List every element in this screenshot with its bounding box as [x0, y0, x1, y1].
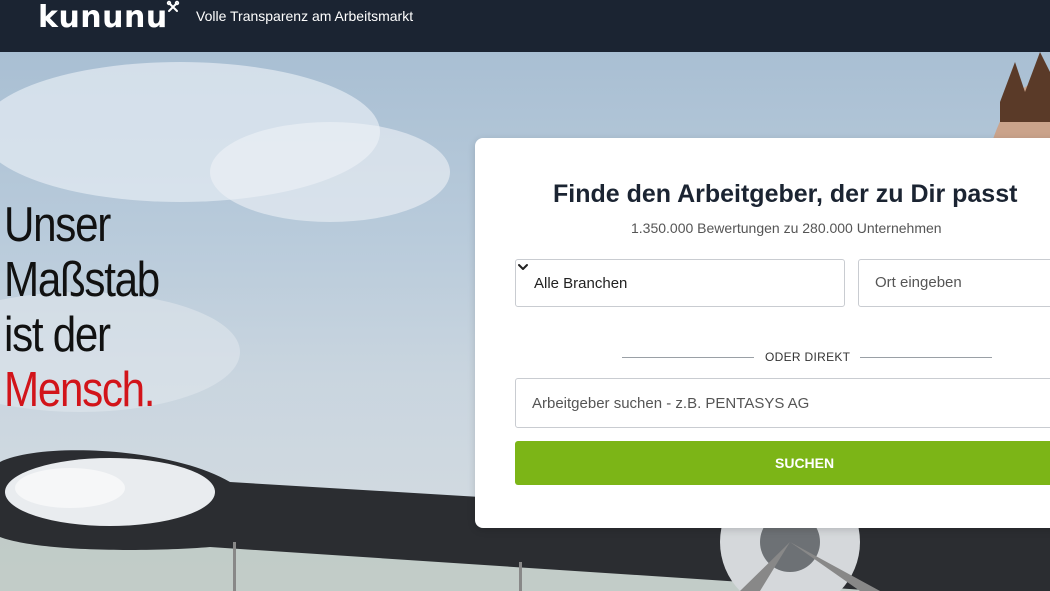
search-card: Finde den Arbeitgeber, der zu Dir passt … [475, 138, 1050, 528]
industry-select-value: Alle Branchen [534, 275, 628, 292]
search-button[interactable]: SUCHEN [515, 441, 1050, 485]
employer-search-input[interactable] [530, 394, 1050, 413]
headline-line-1: Unser [4, 198, 111, 252]
industry-select[interactable]: Alle Branchen [515, 259, 845, 307]
divider-line-left [622, 357, 754, 358]
hero-headline: Unser Maßstab ist der Mensch. [4, 198, 160, 418]
search-card-subtitle: 1.350.000 Bewertungen zu 280.000 Unterne… [631, 220, 942, 236]
kununu-mark-icon [166, 0, 180, 12]
top-navigation-bar: kununu Volle Transparenz am Arbeitsmarkt [0, 0, 1050, 52]
headline-accent: Mensch. [4, 363, 156, 417]
location-field[interactable] [858, 259, 1050, 307]
divider-text: ODER DIREKT [765, 350, 851, 364]
location-input[interactable] [873, 273, 1050, 292]
employer-search-field[interactable] [515, 378, 1050, 428]
headline-line-3: ist der [4, 308, 111, 362]
or-direct-divider: ODER DIREKT [622, 350, 992, 366]
divider-line-right [860, 357, 992, 358]
headline-line-2: Maßstab [4, 253, 160, 307]
kununu-logo[interactable]: kununu [38, 0, 168, 35]
search-card-title: Finde den Arbeitgeber, der zu Dir passt [553, 180, 1018, 208]
chevron-down-icon [518, 264, 528, 270]
hero-section: Unser Maßstab ist der Mensch. Finde den … [0, 52, 1050, 591]
tagline: Volle Transparenz am Arbeitsmarkt [196, 8, 414, 24]
